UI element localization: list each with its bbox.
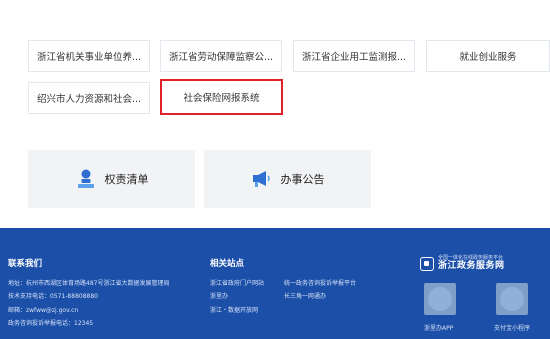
service-notice-card[interactable]: 办事公告	[204, 150, 371, 208]
power-list-card[interactable]: 权责清单	[28, 150, 195, 208]
contact-complaint-phone: 政务咨询投诉举报电话：12345	[8, 320, 94, 327]
zheliban-qr-caption: 浙里办APP	[424, 325, 454, 332]
person-list-icon	[75, 168, 97, 190]
link-zhejiang-gov[interactable]: 浙江省政府门户网站	[210, 278, 264, 287]
contact-email: 邮箱：zwfww@zj.gov.cn	[8, 307, 79, 314]
megaphone-icon	[251, 168, 273, 190]
alipay-qr-caption: 支付宝小程序	[494, 325, 531, 332]
gov-service-brand[interactable]: 全国一体化在线政务服务平台 浙江政务服务网	[420, 256, 505, 272]
contact-address: 地址：杭州市西湖区体育场路487号浙江省大数据发展管理局	[8, 280, 170, 287]
system-link-labor-inspection[interactable]: 浙江省劳动保障监察公...	[160, 40, 282, 72]
related-sites-title: 相关站点	[210, 259, 245, 269]
link-complaint-platform[interactable]: 统一政务咨询投诉举报平台	[284, 278, 356, 287]
system-link-shaoxing-hr[interactable]: 绍兴市人力资源和社会...	[28, 82, 150, 114]
site-footer: 联系我们 地址：杭州市西湖区体育场路487号浙江省大数据发展管理局 技术支持电话…	[0, 228, 550, 339]
alipay-qr-code	[496, 283, 528, 315]
link-data-open[interactable]: 浙江・数据开放网	[210, 305, 258, 314]
link-zheliban[interactable]: 浙里办	[210, 291, 228, 300]
system-link-social-insurance[interactable]: 社会保险网报系统	[160, 79, 283, 115]
system-link-employment-service[interactable]: 就业创业服务	[426, 40, 550, 72]
brand-logo-icon	[420, 256, 434, 271]
system-link-employment-monitoring[interactable]: 浙江省企业用工监测报...	[293, 40, 415, 72]
service-notice-label: 办事公告	[280, 173, 325, 186]
contact-title: 联系我们	[8, 259, 43, 269]
contact-support-phone: 技术支持电话：0571-88808880	[8, 293, 98, 300]
system-link-jiguan-pension[interactable]: 浙江省机关事业单位养...	[28, 40, 150, 72]
link-yangtze-delta[interactable]: 长三角一网通办	[284, 291, 326, 300]
zheliban-qr-code	[424, 283, 456, 315]
brand-name: 浙江政务服务网	[438, 261, 505, 271]
power-list-label: 权责清单	[104, 173, 149, 186]
